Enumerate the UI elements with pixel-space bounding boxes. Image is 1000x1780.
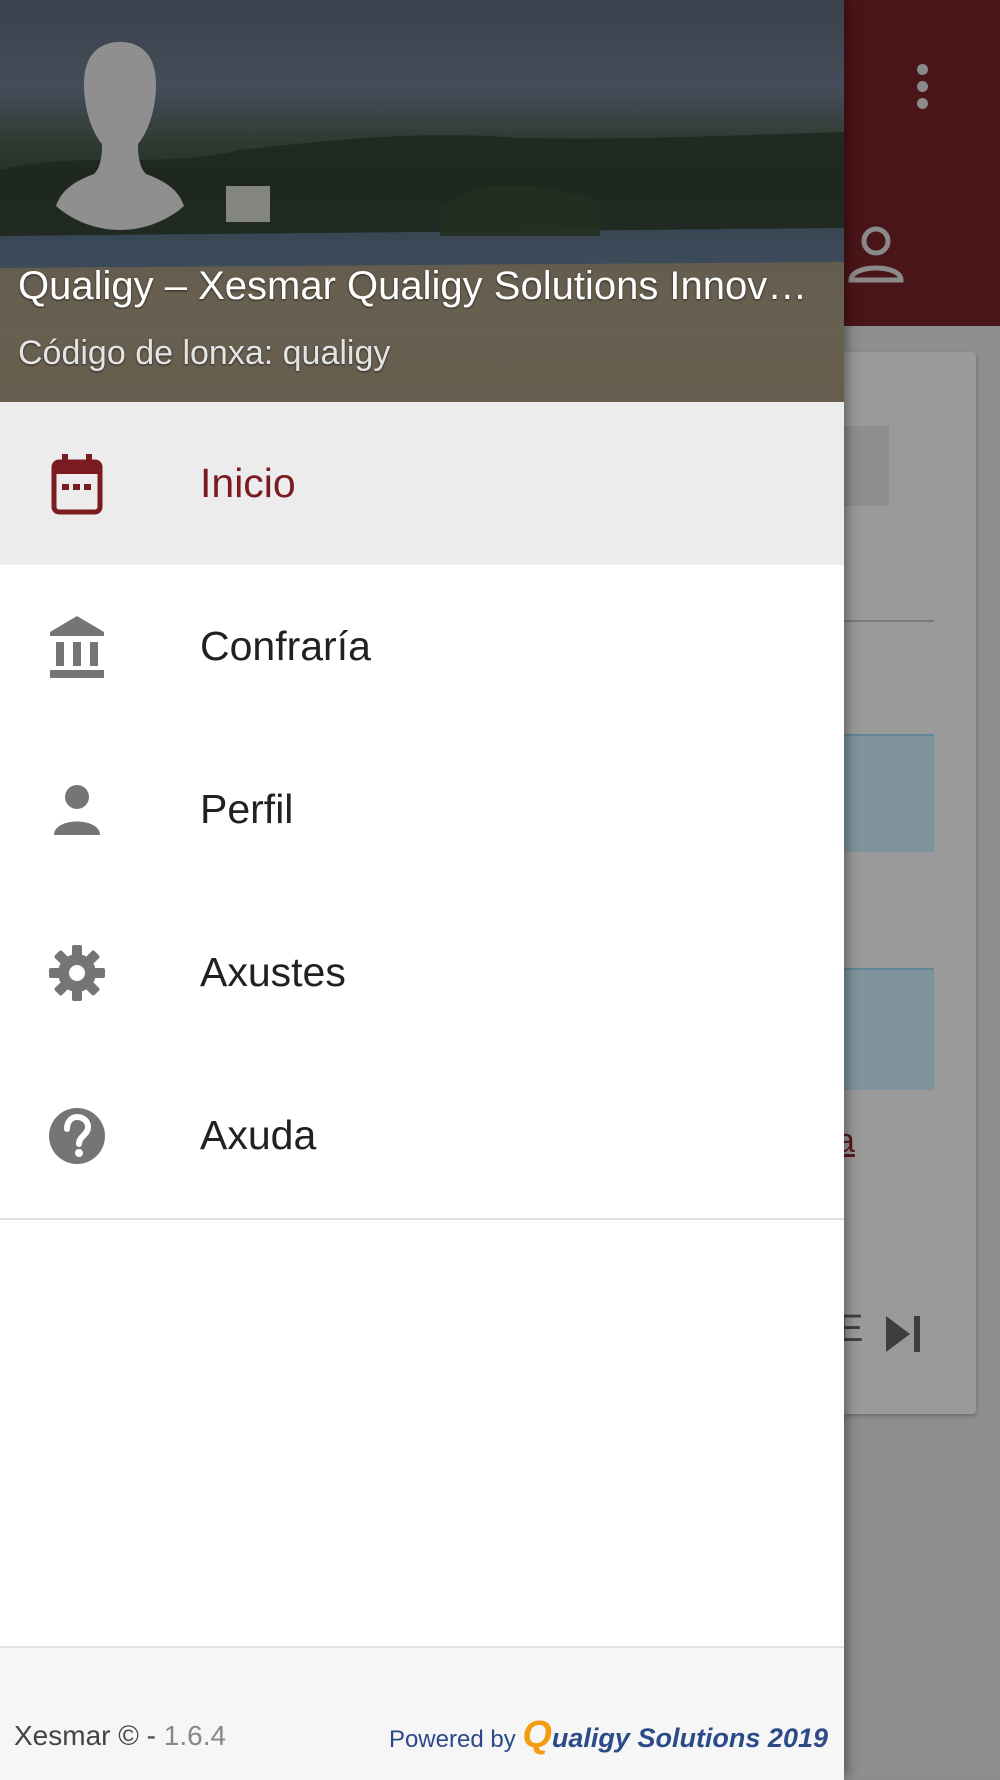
account-outline-icon[interactable] (848, 224, 904, 284)
menu-item-confraria[interactable]: Confraría (0, 565, 844, 728)
drawer-title: Qualigy – Xesmar Qualigy Solutions Innov… (18, 264, 828, 308)
navigation-drawer: Qualigy – Xesmar Qualigy Solutions Innov… (0, 0, 844, 1780)
skip-next-icon (886, 1316, 920, 1352)
person-silhouette-icon (56, 42, 184, 230)
drawer-footer: Xesmar © - 1.6.4 Powered by Qualigy Solu… (0, 1646, 844, 1780)
drawer-menu: Inicio Confraría Perfil Axustes Axuda (0, 402, 844, 1217)
calendar-icon (44, 448, 110, 520)
brand-name: ualigy Solutions 2019 (551, 1723, 828, 1753)
powered-by-text: Powered by (388, 1726, 523, 1753)
version-info: Xesmar © - 1.6.4 (14, 1720, 226, 1752)
copyright-text: Xesmar © - (14, 1720, 164, 1751)
menu-item-label: Perfil (200, 786, 294, 832)
menu-item-inicio[interactable]: Inicio (0, 402, 844, 565)
drawer-subtitle: Código de lonxa: qualigy (18, 334, 391, 372)
gear-icon (44, 937, 110, 1009)
menu-item-axuda[interactable]: Axuda (0, 1054, 844, 1217)
background-divider (844, 620, 934, 622)
help-circle-icon (44, 1100, 110, 1172)
background-input-box (844, 734, 934, 852)
more-vertical-icon[interactable] (912, 60, 932, 120)
menu-divider (0, 1218, 844, 1220)
person-icon (44, 774, 110, 846)
drawer-header: Qualigy – Xesmar Qualigy Solutions Innov… (0, 0, 844, 402)
menu-item-axustes[interactable]: Axustes (0, 891, 844, 1054)
menu-item-label: Confraría (200, 623, 371, 669)
version-number: 1.6.4 (163, 1720, 227, 1751)
background-input-box (844, 968, 934, 1090)
brand-logo-q: Q (522, 1714, 552, 1756)
menu-item-label: Axuda (200, 1112, 317, 1158)
menu-item-perfil[interactable]: Perfil (0, 728, 844, 891)
menu-item-label: Inicio (200, 460, 296, 506)
background-field (844, 426, 889, 506)
powered-by: Powered by Qualigy Solutions 2019 (389, 1714, 828, 1757)
bank-icon (44, 611, 110, 683)
menu-item-label: Axustes (200, 949, 346, 995)
